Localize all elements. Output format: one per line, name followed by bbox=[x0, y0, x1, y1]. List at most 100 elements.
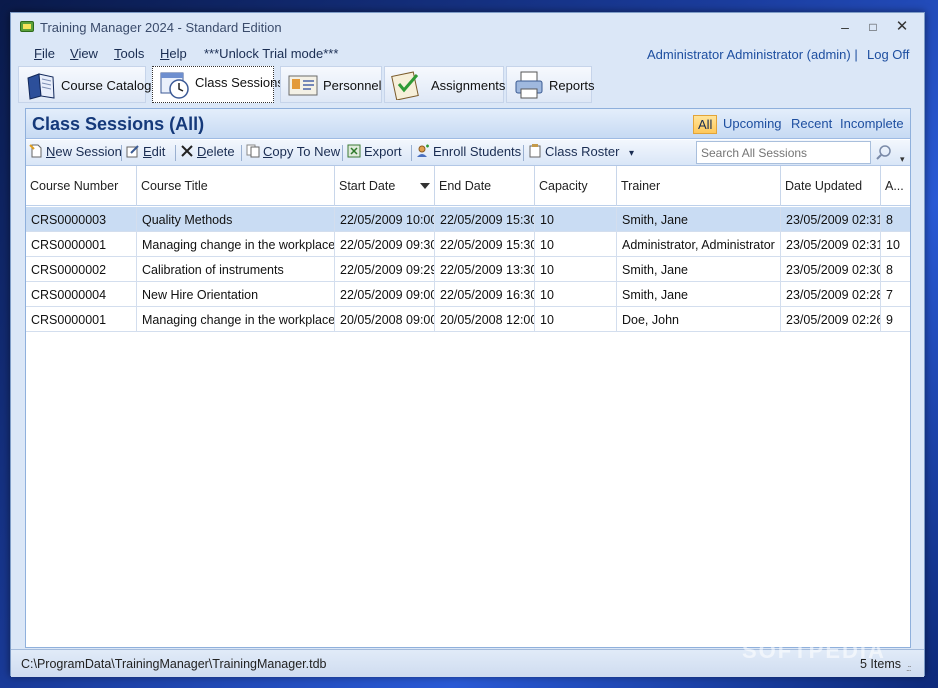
column-header-date-updated[interactable]: Date Updated bbox=[781, 166, 881, 206]
logoff-link[interactable]: Log Off bbox=[867, 47, 909, 62]
toolbar-overflow-icon[interactable]: ▾ bbox=[900, 154, 905, 165]
printer-icon bbox=[515, 71, 543, 99]
class-roster-button[interactable]: Class Roster ▾ bbox=[528, 144, 634, 162]
search-icon[interactable] bbox=[874, 143, 894, 163]
tab-label: Reports bbox=[549, 78, 595, 93]
cell-course-number: CRS0000004 bbox=[26, 282, 137, 307]
filter-all[interactable]: All bbox=[693, 115, 718, 134]
column-header-start-date[interactable]: Start Date bbox=[335, 166, 435, 206]
cell-attendees: 8 bbox=[886, 263, 893, 277]
search-input[interactable] bbox=[696, 141, 871, 164]
table-row[interactable]: CRS0000003 Quality Methods 22/05/2009 10:0… bbox=[26, 207, 910, 232]
toolbar-separator bbox=[175, 145, 176, 161]
grid-header: Course Number Course Title Start Date En… bbox=[26, 166, 910, 206]
column-header-end-date[interactable]: End Date bbox=[435, 166, 535, 206]
cell-trainer: Doe, John bbox=[617, 307, 781, 332]
cell-date-updated: 23/05/2009 02:26 bbox=[781, 307, 881, 332]
roster-icon bbox=[529, 144, 541, 158]
export-icon bbox=[347, 144, 361, 158]
cell-course-title: New Hire Orientation bbox=[137, 282, 335, 307]
edit-icon bbox=[126, 145, 139, 158]
maximize-button[interactable]: □ bbox=[859, 17, 887, 37]
copy-icon bbox=[246, 144, 260, 158]
toolbar: New Session Edit Delete Copy To New Expo… bbox=[26, 140, 910, 166]
cell-attendees: 10 bbox=[886, 238, 900, 252]
cell-date-updated: 23/05/2009 02:31 bbox=[781, 232, 881, 257]
filter-recent[interactable]: Recent bbox=[787, 115, 836, 132]
cell-end-date: 20/05/2008 12:00 bbox=[435, 307, 535, 332]
sort-descending-icon bbox=[420, 183, 430, 189]
tab-personnel[interactable]: Personnel bbox=[280, 66, 382, 103]
table-row[interactable]: CRS0000001 Managing change in the workpla… bbox=[26, 232, 910, 257]
menu-bar: File View Tools Help ***Unlock Trial mod… bbox=[11, 41, 924, 65]
delete-button[interactable]: Delete bbox=[180, 144, 235, 162]
tab-course-catalog[interactable]: Course Catalog bbox=[18, 66, 151, 103]
toolbar-separator bbox=[523, 145, 524, 161]
cell-start-date: 22/05/2009 09:00 bbox=[335, 282, 435, 307]
edit-button[interactable]: Edit bbox=[126, 144, 165, 162]
export-button[interactable]: Export bbox=[347, 144, 402, 162]
menu-unlock-trial[interactable]: ***Unlock Trial mode*** bbox=[204, 46, 338, 61]
minimize-button[interactable]: – bbox=[831, 17, 859, 37]
clock-icon bbox=[160, 72, 189, 99]
table-row[interactable]: CRS0000001 Managing change in the workpla… bbox=[26, 307, 910, 332]
menu-file[interactable]: File bbox=[34, 46, 55, 61]
cell-start-date: 22/05/2009 09:29 bbox=[335, 257, 435, 282]
menu-help[interactable]: Help bbox=[160, 46, 187, 61]
cell-end-date: 22/05/2009 15:30 bbox=[435, 232, 535, 257]
column-header-attendees[interactable]: A... bbox=[881, 166, 910, 206]
book-icon bbox=[27, 73, 55, 100]
column-header-course-title[interactable]: Course Title bbox=[137, 166, 335, 206]
watermark-logo: SOFTPEDIA bbox=[742, 638, 886, 663]
cell-trainer: Smith, Jane bbox=[617, 207, 781, 232]
cell-trainer: Smith, Jane bbox=[617, 282, 781, 307]
enroll-students-button[interactable]: Enroll Students bbox=[416, 144, 521, 162]
cell-course-title: Quality Methods bbox=[137, 207, 335, 232]
tab-assignments[interactable]: Assignments bbox=[384, 66, 506, 103]
resize-grip-icon[interactable]: .:: bbox=[906, 663, 911, 673]
menu-view[interactable]: View bbox=[70, 46, 98, 61]
title-bar[interactable]: Training Manager 2024 - Standard Edition… bbox=[11, 13, 924, 41]
clipboard-check-icon bbox=[391, 71, 419, 100]
menu-tools[interactable]: Tools bbox=[114, 46, 144, 61]
cell-course-number: CRS0000001 bbox=[26, 232, 137, 257]
tab-reports[interactable]: Reports bbox=[506, 66, 595, 103]
cell-start-date: 22/05/2009 09:30 bbox=[335, 232, 435, 257]
chevron-down-icon[interactable]: ▾ bbox=[629, 148, 634, 159]
tab-label: Personnel bbox=[323, 78, 382, 93]
filter-upcoming[interactable]: Upcoming bbox=[719, 115, 786, 132]
cell-trainer: Administrator, Administrator bbox=[617, 232, 781, 257]
copy-to-new-button[interactable]: Copy To New bbox=[246, 144, 340, 162]
tab-class-sessions[interactable]: Class Sessions bbox=[152, 66, 284, 103]
close-button[interactable]: ✕ bbox=[888, 17, 916, 37]
cell-capacity: 10 bbox=[535, 207, 617, 232]
delete-icon bbox=[181, 145, 193, 157]
cell-end-date: 22/05/2009 16:30 bbox=[435, 282, 535, 307]
toolbar-separator bbox=[342, 145, 343, 161]
toolbar-separator bbox=[121, 145, 122, 161]
cell-end-date: 22/05/2009 13:30 bbox=[435, 257, 535, 282]
cell-attendees: 9 bbox=[886, 313, 893, 327]
column-header-course-number[interactable]: Course Number bbox=[26, 166, 137, 206]
cell-course-number: CRS0000003 bbox=[26, 207, 137, 232]
page-title: Class Sessions (All) bbox=[32, 114, 205, 134]
cell-course-number: CRS0000001 bbox=[26, 307, 137, 332]
column-header-capacity[interactable]: Capacity bbox=[535, 166, 617, 206]
table-row[interactable]: CRS0000002 Calibration of instruments 22/0… bbox=[26, 257, 910, 282]
window-title: Training Manager 2024 - Standard Edition bbox=[40, 20, 282, 35]
tab-label: Assignments bbox=[431, 78, 506, 93]
module-tabs: Course Catalog Class Sessions Personnel bbox=[18, 66, 918, 103]
cell-start-date: 22/05/2009 10:00 bbox=[335, 207, 435, 232]
table-row[interactable]: CRS0000004 New Hire Orientation 22/05/2009… bbox=[26, 282, 910, 307]
column-header-trainer[interactable]: Trainer bbox=[617, 166, 781, 206]
new-session-button[interactable]: New Session bbox=[29, 144, 122, 162]
cell-course-title: Managing change in the workplace bbox=[137, 232, 335, 257]
filter-incomplete[interactable]: Incomplete bbox=[836, 115, 908, 132]
app-window: Training Manager 2024 - Standard Edition… bbox=[10, 12, 925, 677]
database-path: C:\ProgramData\TrainingManager\TrainingM… bbox=[21, 657, 327, 671]
tab-label: Class Sessions bbox=[195, 75, 284, 90]
cell-date-updated: 23/05/2009 02:31 bbox=[781, 207, 881, 232]
column-header-label: Start Date bbox=[339, 179, 396, 193]
app-icon bbox=[20, 21, 34, 32]
panel-header: Class Sessions (All) All Upcoming Recent… bbox=[26, 109, 910, 139]
